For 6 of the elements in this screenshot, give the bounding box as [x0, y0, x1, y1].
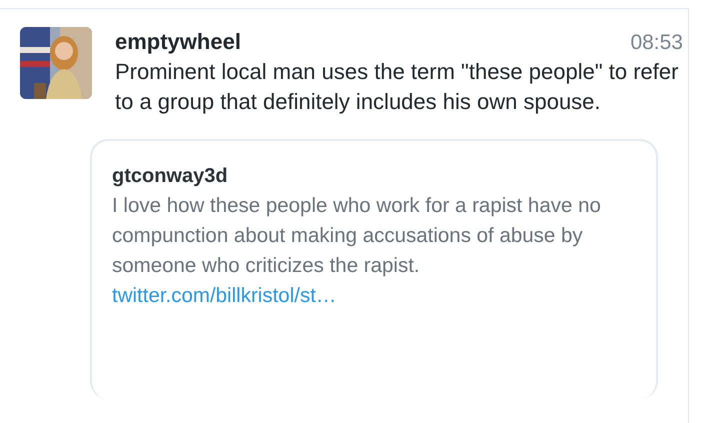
quoted-author-name: gtconway3d	[112, 164, 229, 189]
quoted-tweet-card[interactable]: gtconway3d I love how these people who work for a rapist have no compunction about making accusations of abuse by someone who criticizes the rapist. twitter.com/billkristol/st…	[90, 139, 658, 399]
tweet-text: Prominent local man uses the term "these people" to refer to a group that definitely includes his own spouse.	[115, 58, 680, 116]
timestamp: 08:53	[630, 31, 683, 55]
author-name[interactable]: emptywheel	[115, 27, 241, 57]
quoted-tweet-text: I love how these people who work for a rapist have no compunction about making accusations of abuse by someone who criticizes the rapist.	[112, 193, 602, 279]
